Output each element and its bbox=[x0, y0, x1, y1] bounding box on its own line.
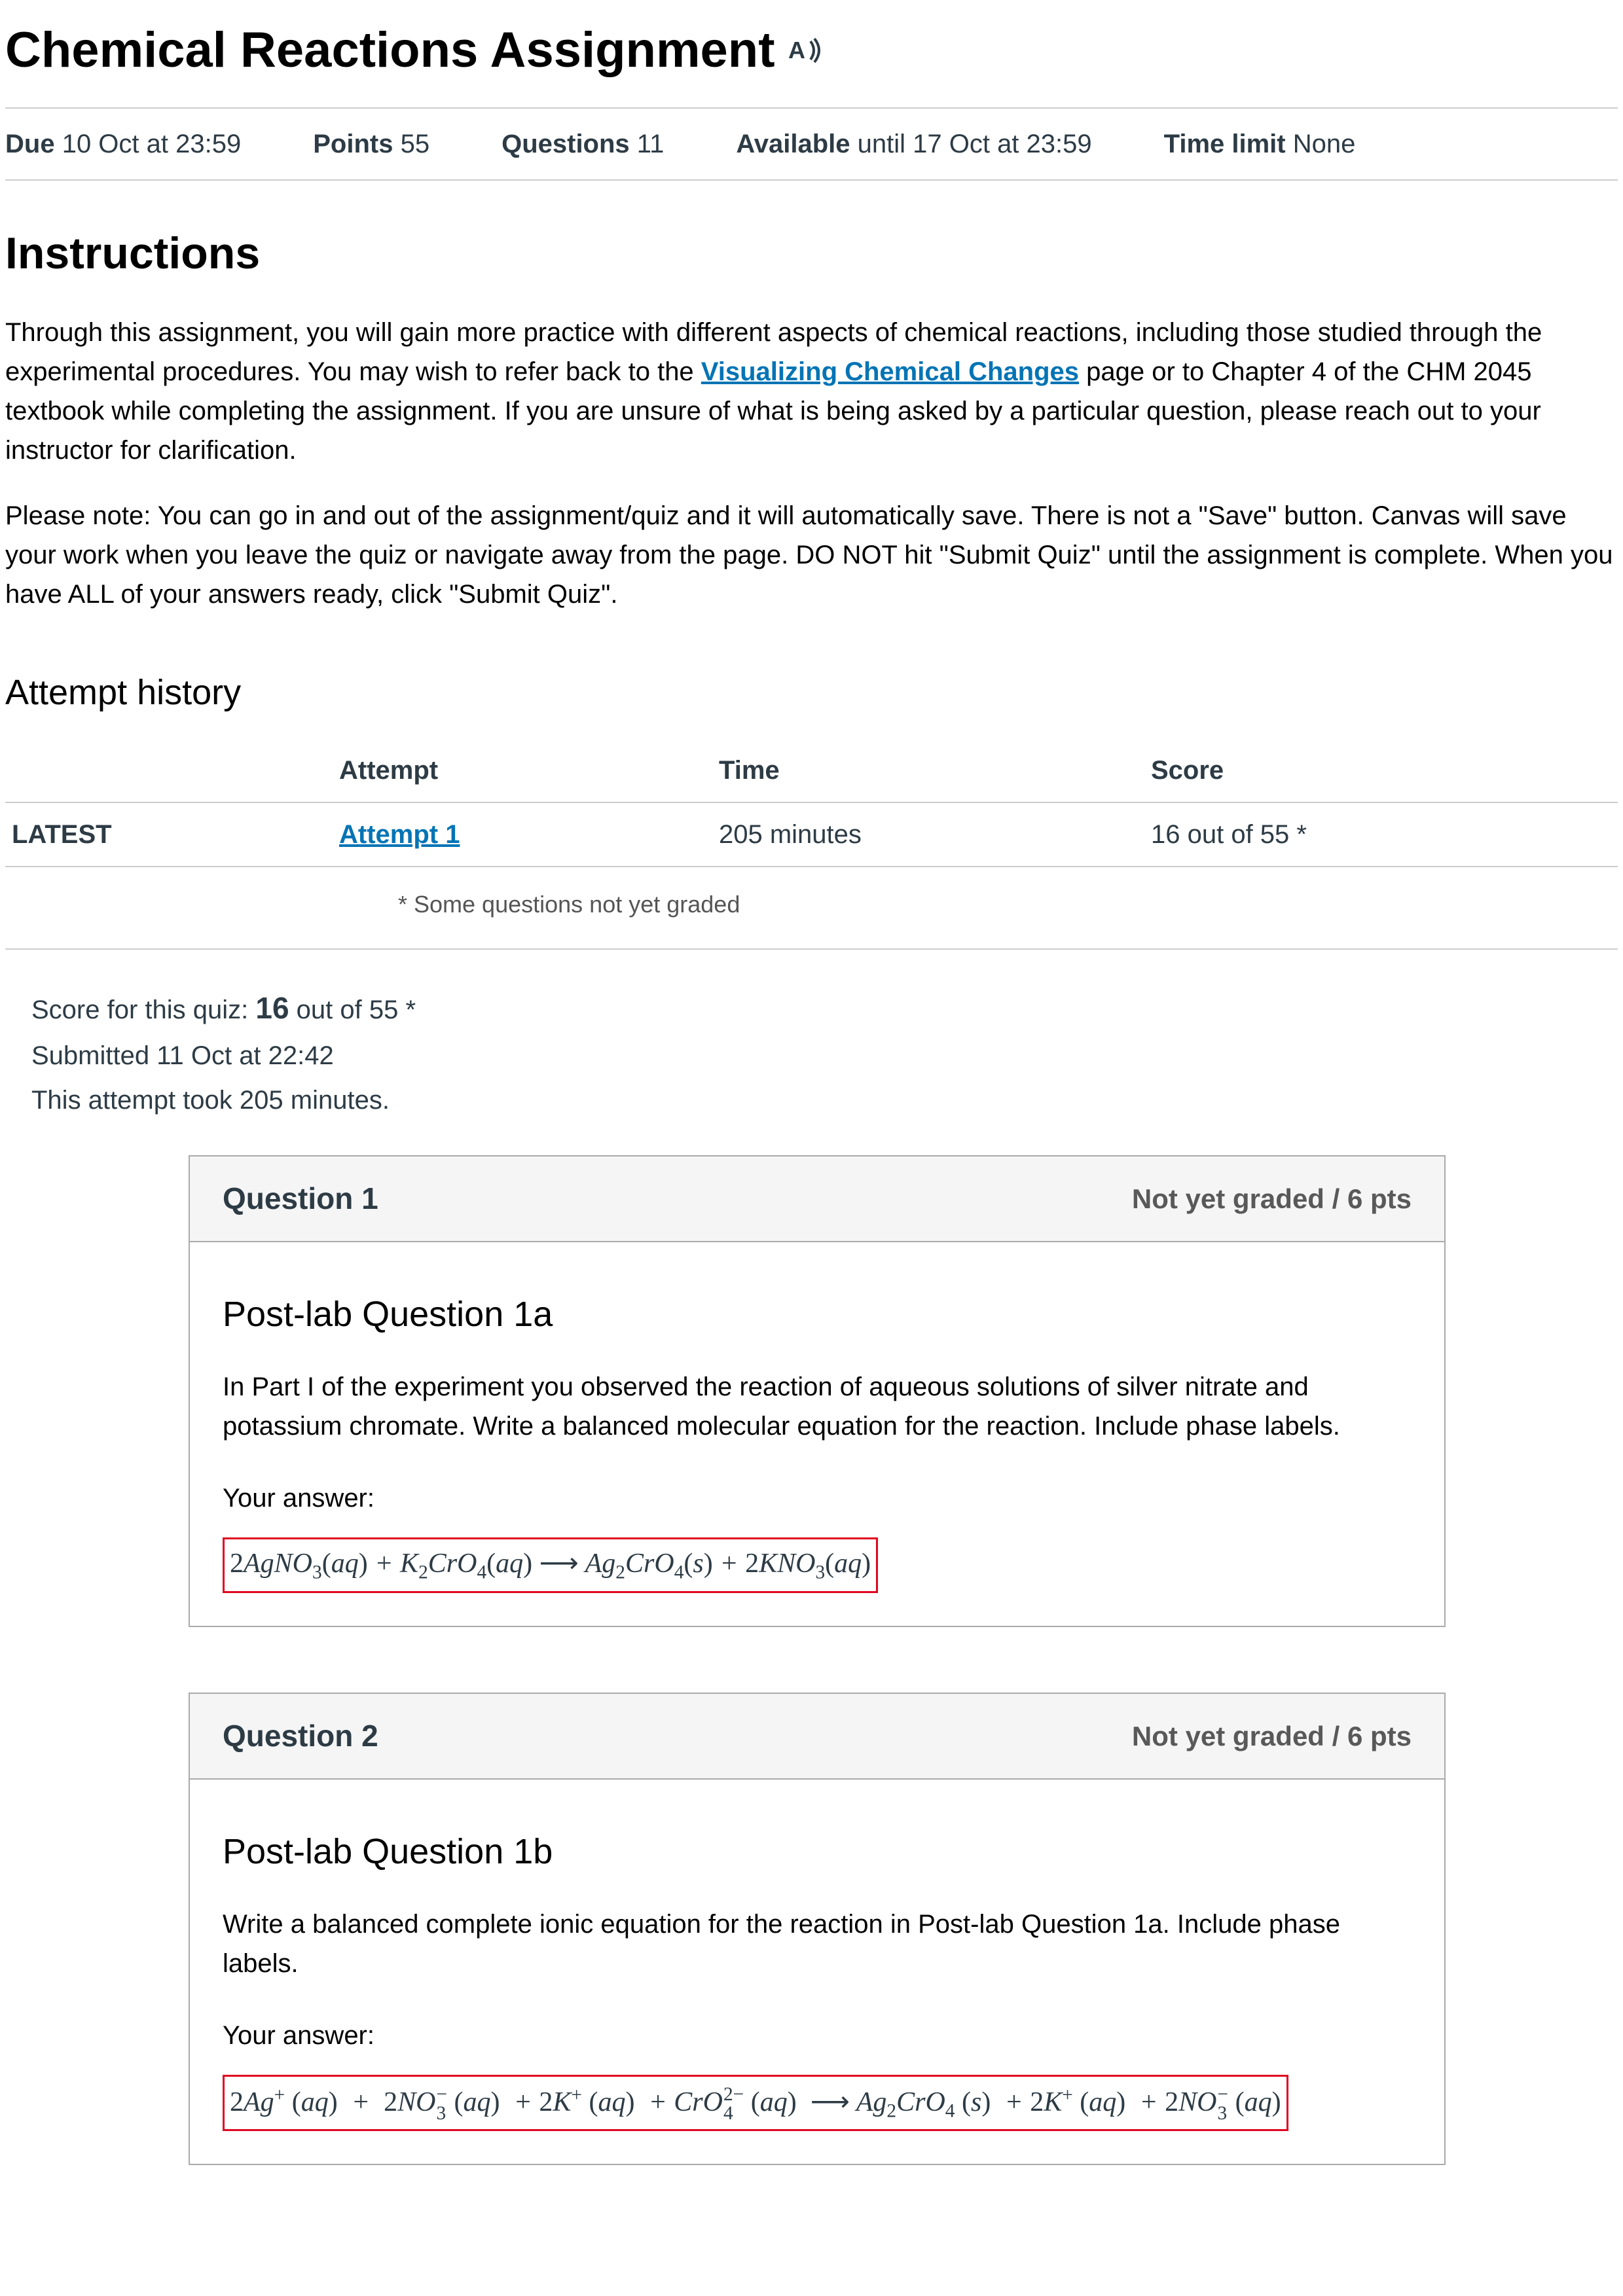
meta-due: Due 10 Oct at 23:59 bbox=[5, 124, 241, 164]
score-line-2: Submitted 11 Oct at 22:42 bbox=[31, 1033, 1618, 1078]
instructions-body: Through this assignment, you will gain m… bbox=[5, 313, 1618, 614]
latest-label: LATEST bbox=[5, 802, 333, 867]
question-2-subtitle: Post-lab Question 1b bbox=[223, 1825, 1412, 1878]
question-1-answer: 2AgNO3(aq) + K2CrO4(aq) ⟶ Ag2CrO4(s) + 2… bbox=[223, 1537, 878, 1593]
meta-available: Available until 17 Oct at 23:59 bbox=[736, 124, 1091, 164]
instructions-heading: Instructions bbox=[5, 220, 1618, 287]
question-2-number: Question 2 bbox=[223, 1713, 378, 1759]
question-2-your-answer-label: Your answer: bbox=[223, 2016, 1412, 2055]
question-1-header: Question 1 Not yet graded / 6 pts bbox=[190, 1157, 1444, 1242]
attempt-score: 16 out of 55 * bbox=[1144, 802, 1618, 867]
table-header-time: Time bbox=[712, 739, 1144, 802]
page-title: Chemical Reactions Assignment A bbox=[5, 13, 1618, 88]
meta-questions: Questions 11 bbox=[501, 124, 664, 164]
divider bbox=[5, 948, 1618, 950]
question-1-pts: Not yet graded / 6 pts bbox=[1132, 1178, 1412, 1219]
table-header-blank bbox=[5, 739, 333, 802]
question-2-card: Question 2 Not yet graded / 6 pts Post-l… bbox=[189, 1693, 1446, 2166]
visualizing-chemical-changes-link[interactable]: Visualizing Chemical Changes bbox=[701, 357, 1079, 386]
attempt-history-table: Attempt Time Score LATEST Attempt 1 205 … bbox=[5, 739, 1618, 867]
meta-timelimit: Time limit None bbox=[1164, 124, 1356, 164]
table-header-score: Score bbox=[1144, 739, 1618, 802]
question-2-pts: Not yet graded / 6 pts bbox=[1132, 1715, 1412, 1757]
attempt-time: 205 minutes bbox=[712, 802, 1144, 867]
svg-text:A: A bbox=[788, 37, 805, 63]
question-1-number: Question 1 bbox=[223, 1176, 378, 1221]
table-row: LATEST Attempt 1 205 minutes 16 out of 5… bbox=[5, 802, 1618, 867]
grading-footnote: * Some questions not yet graded bbox=[398, 887, 1618, 922]
question-1-body: Post-lab Question 1a In Part I of the ex… bbox=[190, 1242, 1444, 1626]
question-1-card: Question 1 Not yet graded / 6 pts Post-l… bbox=[189, 1155, 1446, 1627]
instructions-paragraph-1: Through this assignment, you will gain m… bbox=[5, 313, 1618, 470]
question-1-text: In Part I of the experiment you observed… bbox=[223, 1367, 1412, 1446]
immersive-reader-icon[interactable]: A bbox=[788, 35, 826, 66]
page-title-text: Chemical Reactions Assignment bbox=[5, 13, 775, 88]
question-2-text: Write a balanced complete ionic equation… bbox=[223, 1905, 1412, 1983]
score-block: Score for this quiz: 16 out of 55 * Subm… bbox=[31, 982, 1618, 1122]
meta-points: Points 55 bbox=[313, 124, 429, 164]
question-2-answer: 2Ag+ (aq) + 2NO−3 (aq) + 2K+ (aq) + CrO2… bbox=[223, 2075, 1288, 2132]
attempt-history-heading: Attempt history bbox=[5, 666, 1618, 719]
question-1-subtitle: Post-lab Question 1a bbox=[223, 1288, 1412, 1341]
question-1-your-answer-label: Your answer: bbox=[223, 1479, 1412, 1518]
metadata-bar: Due 10 Oct at 23:59 Points 55 Questions … bbox=[5, 107, 1618, 181]
question-2-body: Post-lab Question 1b Write a balanced co… bbox=[190, 1780, 1444, 2164]
attempt-1-link[interactable]: Attempt 1 bbox=[339, 820, 460, 849]
instructions-paragraph-2: Please note: You can go in and out of th… bbox=[5, 496, 1618, 614]
score-line-1: Score for this quiz: 16 out of 55 * bbox=[31, 982, 1618, 1033]
table-header-attempt: Attempt bbox=[333, 739, 712, 802]
score-line-3: This attempt took 205 minutes. bbox=[31, 1078, 1618, 1122]
question-2-header: Question 2 Not yet graded / 6 pts bbox=[190, 1694, 1444, 1780]
